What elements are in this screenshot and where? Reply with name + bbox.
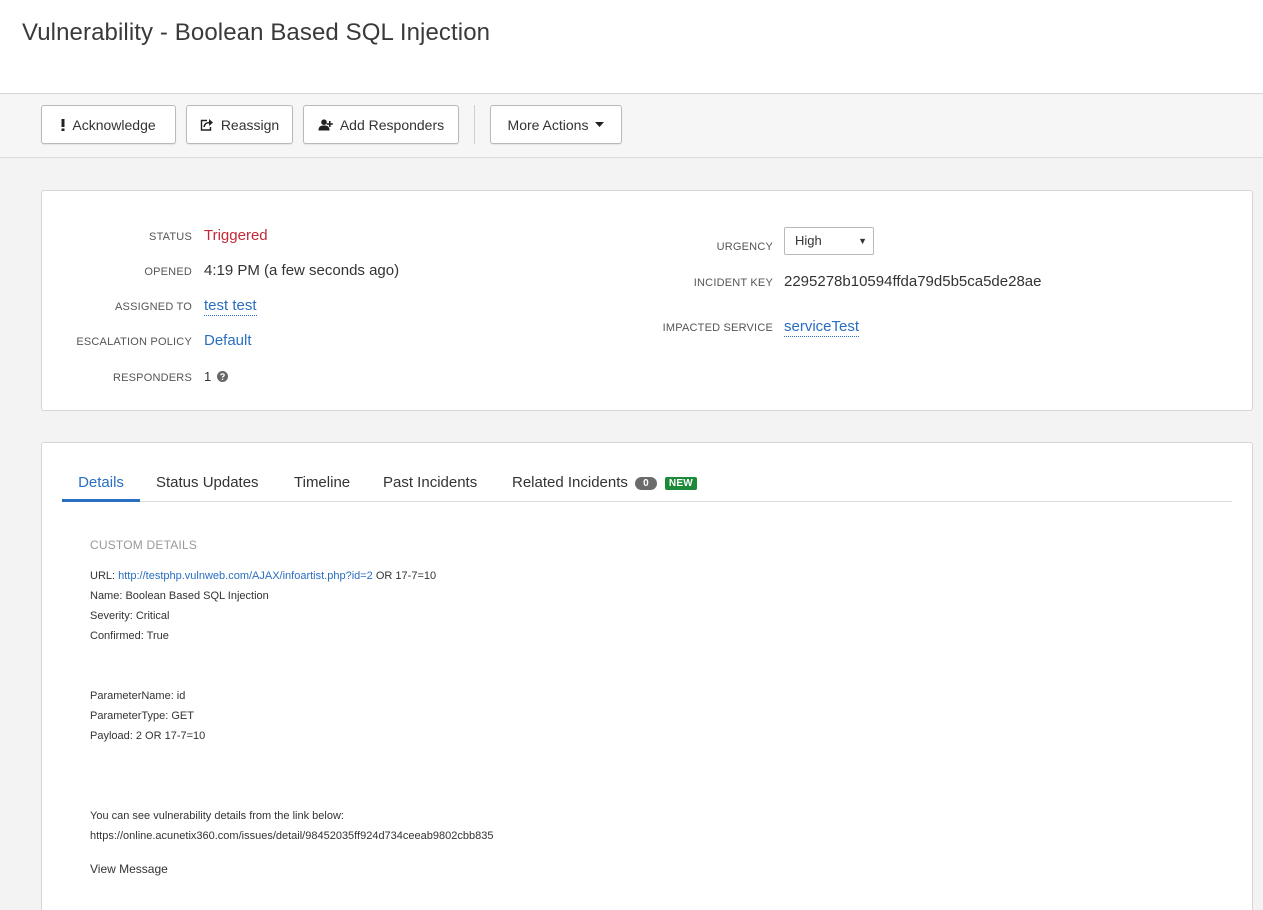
custom-details-heading: CUSTOM DETAILS [90,538,198,552]
page-title: Vulnerability - Boolean Based SQL Inject… [22,19,491,46]
incident-key-label: INCIDENT KEY [693,277,773,289]
acknowledge-button[interactable]: Acknowledge [41,105,176,144]
help-icon[interactable] [216,371,228,382]
detail-name: Name: Boolean Based SQL Injection [90,590,269,602]
reassign-label: Reassign [220,116,280,133]
incident-key-value: 2295278b10594ffda79d5b5ca5de28ae [784,273,1042,290]
incident-details-card: Details Status Updates Timeline Past Inc… [41,442,1253,910]
detail-severity: Severity: Critical [90,610,170,622]
page-header: Vulnerability - Boolean Based SQL Inject… [0,0,1263,94]
detail-parameter-type: ParameterType: GET [90,710,194,722]
detail-parameter-name: ParameterName: id [90,690,186,702]
urgency-label: URGENCY [716,241,773,253]
status-label: STATUS [149,231,192,243]
view-message-link[interactable]: View Message [90,862,168,876]
detail-payload: Payload: 2 OR 17-7=10 [90,730,206,742]
assigned-to-link[interactable]: test test [204,297,257,316]
new-badge: NEW [664,477,698,490]
tab-bar: Details Status Updates Timeline Past Inc… [62,471,1232,502]
url-suffix: OR 17-7=10 [372,570,437,582]
caret-down-icon [595,122,605,127]
select-arrow-icon: ▼ [858,236,867,246]
tab-timeline[interactable]: Timeline [294,474,350,502]
add-responders-label: Add Responders [339,116,445,133]
opened-value: 4:19 PM (a few seconds ago) [204,262,400,279]
incident-summary-card: STATUS Triggered OPENED 4:19 PM (a few s… [41,190,1253,411]
acknowledge-label: Acknowledge [72,116,156,133]
add-responders-button[interactable]: Add Responders [303,105,459,144]
more-actions-button[interactable]: More Actions [490,105,622,144]
impacted-service-link[interactable]: serviceTest [784,318,860,337]
action-toolbar: Acknowledge Reassign Add Responders More… [0,95,1263,158]
related-incidents-label: Related Incidents [512,474,628,491]
detail-url: URL: http://testphp.vulnweb.com/AJAX/inf… [90,570,436,582]
tab-details[interactable]: Details [62,474,140,502]
assigned-to-label: ASSIGNED TO [115,301,192,313]
opened-label: OPENED [144,266,192,278]
tab-past-incidents[interactable]: Past Incidents [383,474,477,502]
related-count-badge: 0 [635,477,657,490]
urgency-select[interactable]: High ▼ [784,227,874,255]
acunetix-details-link[interactable]: https://online.acunetix360.com/issues/de… [90,830,493,842]
url-link[interactable]: http://testphp.vulnweb.com/AJAX/infoarti… [118,570,373,582]
detail-confirmed: Confirmed: True [90,630,169,642]
exclamation-icon [61,118,65,131]
add-user-icon [318,118,333,130]
detail-see-details-text: You can see vulnerability details from t… [90,810,344,822]
tab-related-incidents[interactable]: Related Incidents 0 NEW [512,474,698,502]
impacted-service-label: IMPACTED SERVICE [662,322,773,334]
reassign-button[interactable]: Reassign [186,105,293,144]
status-value: Triggered [204,227,268,244]
responders-value: 1 [204,369,228,384]
share-icon [200,119,213,131]
responders-label: RESPONDERS [112,372,192,384]
urgency-value: High [795,233,822,248]
more-actions-label: More Actions [507,116,589,133]
responders-count: 1 [204,369,212,384]
escalation-policy-label: ESCALATION POLICY [76,336,192,348]
tab-status-updates[interactable]: Status Updates [156,474,259,502]
url-label: URL: [90,570,119,582]
toolbar-divider [474,105,475,144]
escalation-policy-link[interactable]: Default [204,332,252,349]
